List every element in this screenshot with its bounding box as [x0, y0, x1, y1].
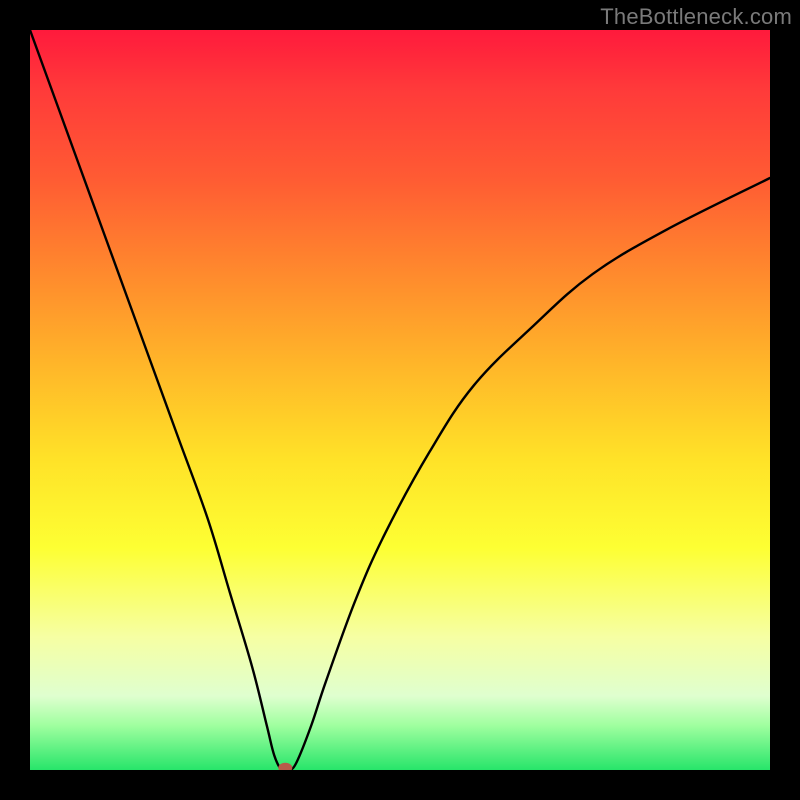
attribution-label: TheBottleneck.com — [600, 4, 792, 30]
plot-area — [30, 30, 770, 770]
chart-svg — [30, 30, 770, 770]
optimal-marker — [278, 763, 292, 770]
bottleneck-curve — [30, 30, 770, 770]
chart-frame: TheBottleneck.com — [0, 0, 800, 800]
